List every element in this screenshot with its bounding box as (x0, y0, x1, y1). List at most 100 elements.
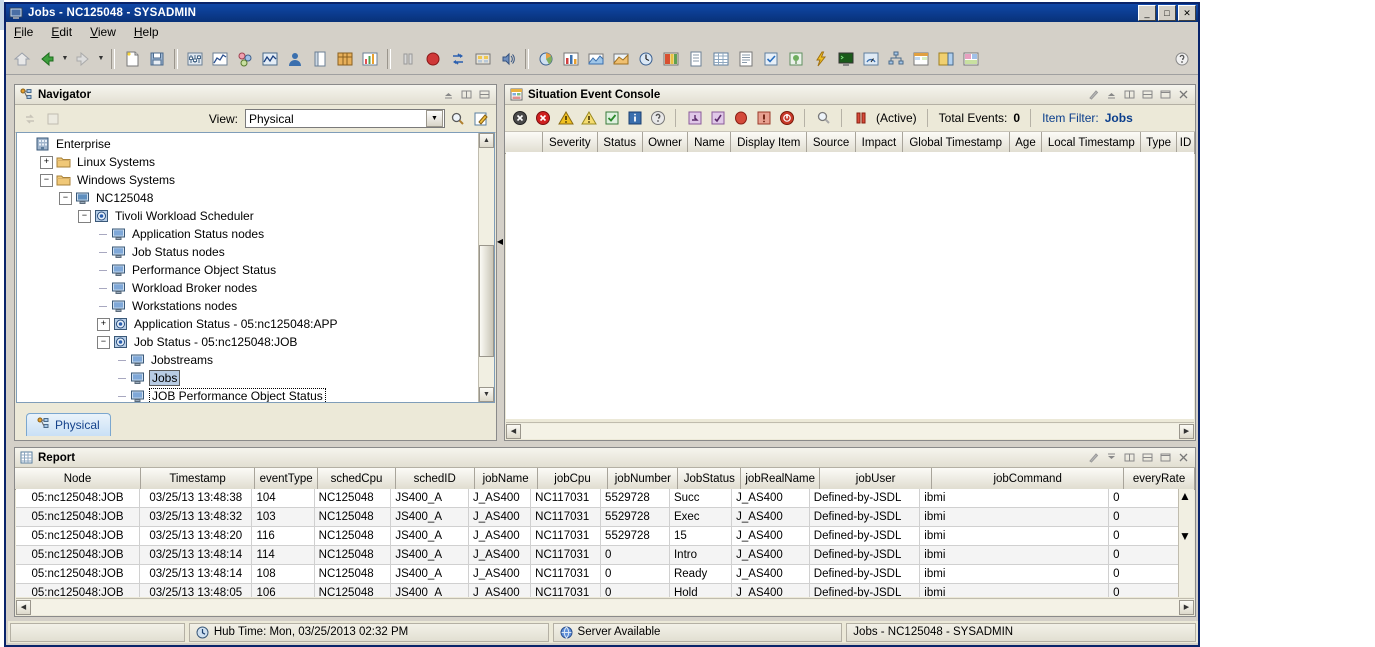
scroll-right-button[interactable]: ▶ (1179, 599, 1194, 615)
critical-dark-icon[interactable] (509, 108, 530, 129)
terminal-icon[interactable] (834, 47, 858, 71)
table-row[interactable]: 05:nc125048:JOB 03/25/13 13:48:05 106 NC125… (16, 584, 1179, 597)
chart-view-icon[interactable] (358, 47, 382, 71)
sound-icon[interactable] (496, 47, 520, 71)
tree-collapse-toggle[interactable]: − (78, 209, 91, 223)
event-column-header[interactable]: Local Timestamp (1042, 132, 1142, 153)
gauge2-icon[interactable] (859, 47, 883, 71)
event-column-header[interactable]: Name (688, 132, 732, 153)
pause-icon[interactable] (396, 47, 420, 71)
event-column-header[interactable]: ID (1177, 132, 1196, 153)
tree-item[interactable]: + Linux Systems (17, 153, 479, 171)
close-situation-icon[interactable] (776, 108, 797, 129)
table-view-icon[interactable] (333, 47, 357, 71)
tree-collapse-toggle[interactable]: − (97, 335, 110, 349)
scroll-left-button[interactable]: ◀ (16, 599, 31, 615)
scroll-track[interactable] (521, 423, 1179, 439)
tree-item[interactable]: Job Status nodes (17, 243, 479, 261)
menu-view[interactable]: View (90, 25, 116, 39)
report-column-header[interactable]: jobUser (820, 468, 933, 489)
report-column-header[interactable]: jobCpu (537, 468, 609, 489)
home-icon[interactable] (10, 47, 34, 71)
close-button[interactable]: ✕ (1178, 5, 1196, 21)
table-row[interactable]: 05:nc125048:JOB 03/25/13 13:48:20 116 NC125… (16, 527, 1179, 546)
report-column-header[interactable]: schedCpu (318, 468, 396, 489)
navigator-vertical-scrollbar[interactable]: ▲ ▼ (478, 133, 494, 402)
split-vertical-icon[interactable] (1124, 89, 1135, 100)
graph-view-icon[interactable] (258, 47, 282, 71)
tree-item[interactable]: − NC125048 (17, 189, 479, 207)
split-horizontal-icon[interactable] (1142, 452, 1153, 463)
event-column-header[interactable]: Source (807, 132, 856, 153)
unknown-icon[interactable] (647, 108, 668, 129)
report-vertical-scrollbar[interactable]: ▲ ▼ (1178, 489, 1194, 597)
situation-editor-icon[interactable] (233, 47, 257, 71)
back-arrow-icon[interactable] (35, 47, 59, 71)
tree-item[interactable]: Jobs (17, 369, 479, 387)
notepad2-icon[interactable] (684, 47, 708, 71)
menu-help[interactable]: Help (134, 25, 159, 39)
split-horizontal-icon[interactable] (479, 89, 490, 100)
split-vertical-icon[interactable] (461, 89, 472, 100)
tree-item[interactable]: Workload Broker nodes (17, 279, 479, 297)
ok-icon[interactable] (601, 108, 622, 129)
report-column-header[interactable]: jobRealName (741, 468, 821, 489)
tree-item[interactable]: Performance Object Status (17, 261, 479, 279)
informational-icon[interactable] (624, 108, 645, 129)
report-column-header[interactable]: JobStatus (678, 468, 742, 489)
panel-splitter[interactable]: ◀ (497, 84, 503, 441)
save-icon[interactable] (145, 47, 169, 71)
navigator-properties-icon[interactable] (43, 109, 63, 129)
hierarchy-icon[interactable] (884, 47, 908, 71)
navigator-tree[interactable]: Enterprise + Linux Systems − Windows Systems… (17, 133, 479, 402)
report-column-header[interactable]: schedID (395, 468, 475, 489)
maximize-icon[interactable] (1160, 452, 1171, 463)
tree-item[interactable]: − Tivoli Workload Scheduler (17, 207, 479, 225)
report-column-header[interactable]: Node (15, 468, 141, 489)
table-row[interactable]: 05:nc125048:JOB 03/25/13 13:48:38 104 NC125… (16, 489, 1179, 508)
navigator-refresh-icon[interactable] (20, 109, 40, 129)
menu-file[interactable]: FFileile (14, 25, 33, 39)
properties-icon[interactable] (183, 47, 207, 71)
forward-dropdown-icon[interactable]: ▼ (96, 47, 106, 71)
tree-expand-toggle[interactable]: + (40, 155, 53, 169)
scroll-right-button[interactable]: ▶ (1179, 423, 1194, 439)
scroll-up-button[interactable]: ▲ (479, 133, 494, 148)
alert-situation-icon[interactable] (753, 108, 774, 129)
list-view-icon[interactable] (734, 47, 758, 71)
tree-item[interactable]: Workstations nodes (17, 297, 479, 315)
edit-situation-icon[interactable] (707, 108, 728, 129)
critical-icon[interactable] (532, 108, 553, 129)
report-horizontal-scrollbar[interactable]: ◀ ▶ (16, 598, 1194, 615)
event-column-header[interactable]: Type (1141, 132, 1178, 153)
event-column-header[interactable]: Age (1009, 132, 1043, 153)
tree-item[interactable]: + Application Status - 05:nc125048:APP (17, 315, 479, 333)
tree-expand-toggle[interactable]: + (97, 317, 110, 331)
tree-item[interactable]: Jobstreams (17, 351, 479, 369)
area-chart-icon[interactable] (584, 47, 608, 71)
table-row[interactable]: 05:nc125048:JOB 03/25/13 13:48:14 108 NC125… (16, 565, 1179, 584)
scroll-thumb[interactable] (479, 245, 494, 357)
report-column-header[interactable]: jobCommand (932, 468, 1125, 489)
report-column-header[interactable]: everyRate (1124, 468, 1195, 489)
report-column-header[interactable]: jobNumber (608, 468, 679, 489)
close-icon[interactable] (1178, 89, 1189, 100)
table-row[interactable]: 05:nc125048:JOB 03/25/13 13:48:14 114 NC125… (16, 546, 1179, 565)
scroll-up-button[interactable]: ▲ (1179, 489, 1194, 503)
forward-arrow-icon[interactable] (71, 47, 95, 71)
back-dropdown-icon[interactable]: ▼ (60, 47, 70, 71)
event-column-header[interactable]: Display Item (731, 132, 808, 153)
split-horizontal-icon[interactable] (1142, 89, 1153, 100)
event-console-table-body[interactable] (506, 152, 1194, 419)
table2-icon[interactable] (709, 47, 733, 71)
minimize-button[interactable]: _ (1138, 5, 1156, 21)
maximize-icon[interactable] (1160, 89, 1171, 100)
tree-collapse-toggle[interactable]: − (40, 173, 53, 187)
maximize-button[interactable]: □ (1158, 5, 1176, 21)
menu-edit[interactable]: Edit (51, 25, 72, 39)
scroll-track[interactable] (31, 599, 1179, 615)
scroll-down-button[interactable]: ▼ (1179, 529, 1194, 543)
collapse-icon[interactable] (1106, 452, 1117, 463)
take-action-icon[interactable] (759, 47, 783, 71)
minor-warning-icon[interactable] (578, 108, 599, 129)
